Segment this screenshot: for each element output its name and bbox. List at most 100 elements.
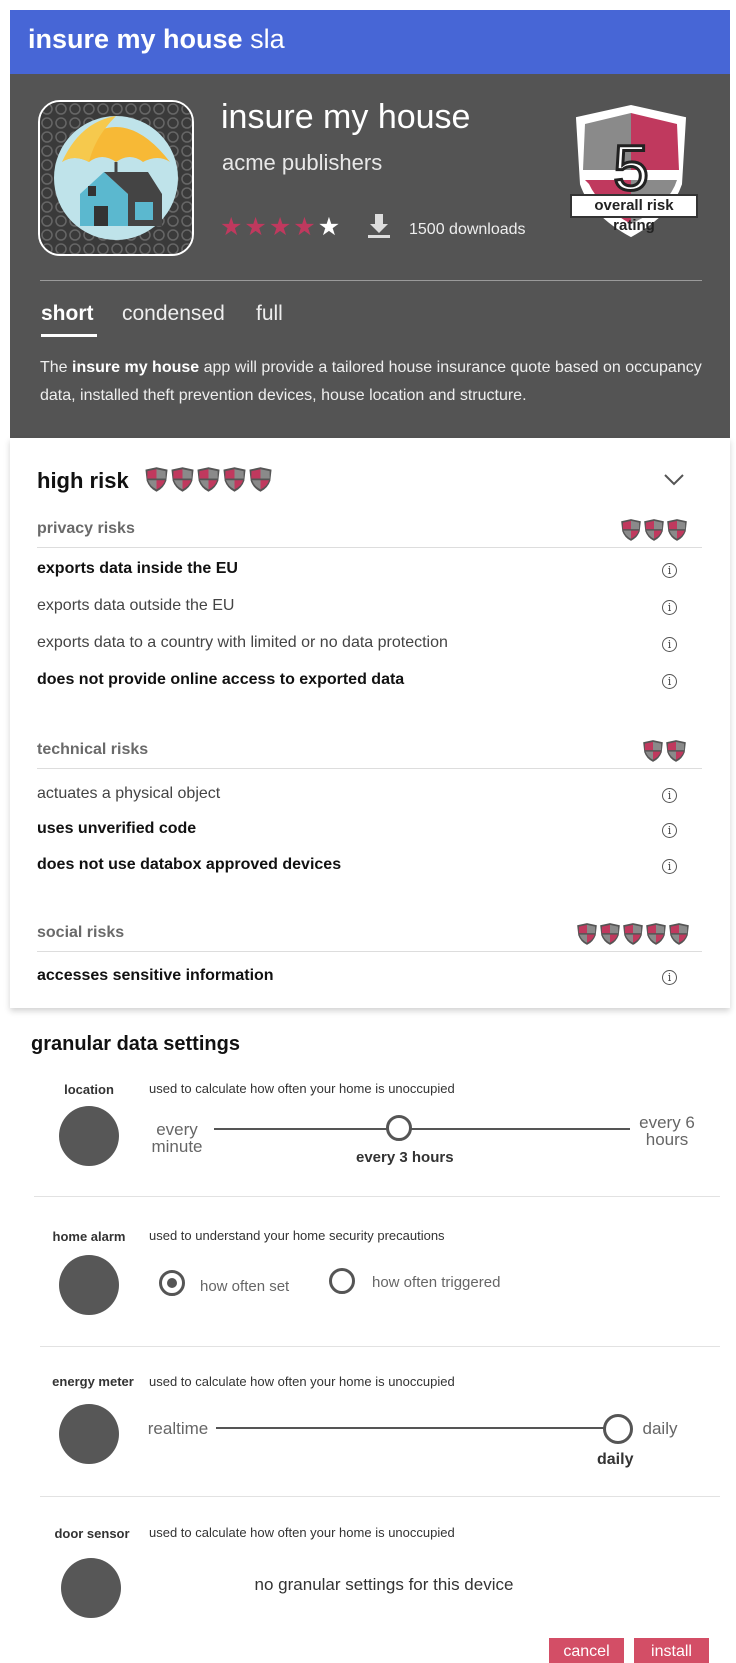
social-risks-title: social risks — [37, 924, 125, 941]
active-tab-indicator — [41, 334, 97, 337]
risk-shield-icon — [644, 519, 664, 541]
section-divider — [37, 768, 702, 769]
section-divider — [40, 1346, 720, 1347]
device-desc-home-alarm: used to understand your home security pr… — [149, 1228, 445, 1243]
section-divider — [37, 951, 702, 952]
device-label-location: location — [64, 1082, 114, 1097]
tab-full[interactable]: full — [256, 302, 283, 326]
radio-label-how-often-triggered: how often triggered — [372, 1274, 501, 1291]
tab-condensed[interactable]: condensed — [122, 302, 225, 326]
section-divider — [40, 1496, 720, 1497]
energy-slider-track[interactable] — [216, 1427, 608, 1429]
app-description: The insure my house app will provide a t… — [40, 354, 710, 410]
app-bar: insure my house sla — [10, 10, 730, 74]
risk-level-label: high risk — [37, 468, 129, 493]
info-icon[interactable]: i — [662, 600, 677, 615]
device-desc-location: used to calculate how often your home is… — [149, 1081, 455, 1096]
location-slider-track[interactable] — [214, 1128, 630, 1130]
star-icon: ★ — [317, 213, 343, 241]
risk-item: exports data to a country with limited o… — [37, 634, 448, 651]
energy-slider-min-label: realtime — [147, 1419, 209, 1438]
risk-item: exports data outside the EU — [37, 597, 235, 614]
privacy-risk-shields — [620, 518, 689, 542]
home-alarm-device-avatar — [59, 1255, 119, 1315]
risk-item: exports data inside the EU — [37, 560, 238, 577]
info-icon[interactable]: i — [662, 563, 677, 578]
app-header: insure my house acme publishers ★★★★★ 15… — [10, 74, 730, 438]
tab-short[interactable]: short — [41, 302, 94, 326]
risk-shield-icon — [646, 923, 666, 945]
risk-shield-icon — [666, 740, 686, 762]
risk-shield-icon — [600, 923, 620, 945]
privacy-risks-title: privacy risks — [37, 520, 135, 537]
info-icon[interactable]: i — [662, 970, 677, 985]
granular-settings-title: granular data settings — [31, 1033, 240, 1055]
device-desc-door-sensor: used to calculate how often your home is… — [149, 1525, 455, 1540]
house-umbrella-icon — [40, 102, 192, 254]
risk-shield-icon — [249, 467, 272, 492]
energy-slider-value: daily — [597, 1451, 634, 1468]
cancel-button[interactable]: cancel — [549, 1638, 624, 1663]
header-divider — [40, 280, 702, 281]
social-risk-shields — [576, 922, 691, 946]
section-divider — [34, 1196, 720, 1197]
risk-shield-icon — [171, 467, 194, 492]
info-icon[interactable]: i — [662, 859, 677, 874]
radio-how-often-triggered[interactable] — [329, 1268, 355, 1294]
risk-summary-card: high risk privacy risks exports data ins… — [10, 438, 730, 1008]
collapse-chevron-icon[interactable] — [663, 470, 685, 493]
app-name: insure my house — [221, 98, 471, 136]
device-label-door-sensor: door sensor — [54, 1526, 130, 1541]
risk-shield-icon — [145, 467, 168, 492]
install-button[interactable]: install — [634, 1638, 709, 1663]
energy-slider-thumb[interactable] — [603, 1414, 633, 1444]
door-sensor-note: no granular settings for this device — [254, 1575, 514, 1594]
overall-risk-label: overall risk rating — [570, 194, 698, 234]
radio-how-often-set[interactable] — [159, 1270, 185, 1296]
device-desc-energy-meter: used to calculate how often your home is… — [149, 1374, 455, 1389]
info-icon[interactable]: i — [662, 674, 677, 689]
description-app-name: insure my house — [72, 359, 200, 376]
risk-item: accesses sensitive information — [37, 967, 274, 984]
location-slider-max-label: every 6 hours — [639, 1113, 695, 1149]
star-rating: ★★★★★ — [220, 212, 342, 242]
download-count: 1500 downloads — [409, 221, 526, 238]
risk-shield-icon — [643, 740, 663, 762]
location-slider-thumb[interactable] — [386, 1115, 412, 1141]
app-bar-title: insure my house sla — [28, 24, 285, 55]
publisher-name: acme publishers — [222, 150, 383, 175]
risk-shield-icon — [197, 467, 220, 492]
section-divider — [37, 547, 702, 548]
technical-risks-title: technical risks — [37, 741, 149, 758]
location-slider-min-label: every minute — [151, 1120, 203, 1156]
energy-slider-max-label: daily — [642, 1419, 678, 1438]
risk-shield-icon — [623, 923, 643, 945]
technical-risk-shields — [642, 739, 688, 763]
risk-item: uses unverified code — [37, 820, 197, 837]
star-icon: ★ — [220, 213, 245, 241]
info-icon[interactable]: i — [662, 823, 677, 838]
device-label-energy-meter: energy meter — [52, 1374, 134, 1389]
app-bar-title-bold: insure my house — [28, 24, 243, 54]
risk-shield-icon — [669, 923, 689, 945]
risk-shield-icon — [223, 467, 246, 492]
star-icon: ★ — [268, 213, 294, 241]
info-icon[interactable]: i — [662, 788, 677, 803]
risk-level-shields — [144, 466, 274, 496]
download-icon — [366, 212, 392, 243]
risk-shield-icon — [621, 519, 641, 541]
app-icon — [38, 100, 194, 256]
location-device-avatar — [59, 1106, 119, 1166]
location-slider-value: every 3 hours — [356, 1149, 454, 1166]
risk-item: actuates a physical object — [37, 785, 221, 802]
app-bar-title-suffix: sla — [242, 24, 285, 54]
description-prefix: The — [40, 359, 73, 376]
energy-meter-device-avatar — [59, 1404, 119, 1464]
risk-item: does not provide online access to export… — [37, 671, 405, 688]
device-label-home-alarm: home alarm — [52, 1229, 126, 1244]
info-icon[interactable]: i — [662, 637, 677, 652]
risk-shield-icon — [667, 519, 687, 541]
radio-label-how-often-set: how often set — [200, 1278, 290, 1295]
star-icon: ★ — [244, 213, 269, 241]
star-icon: ★ — [293, 213, 318, 241]
